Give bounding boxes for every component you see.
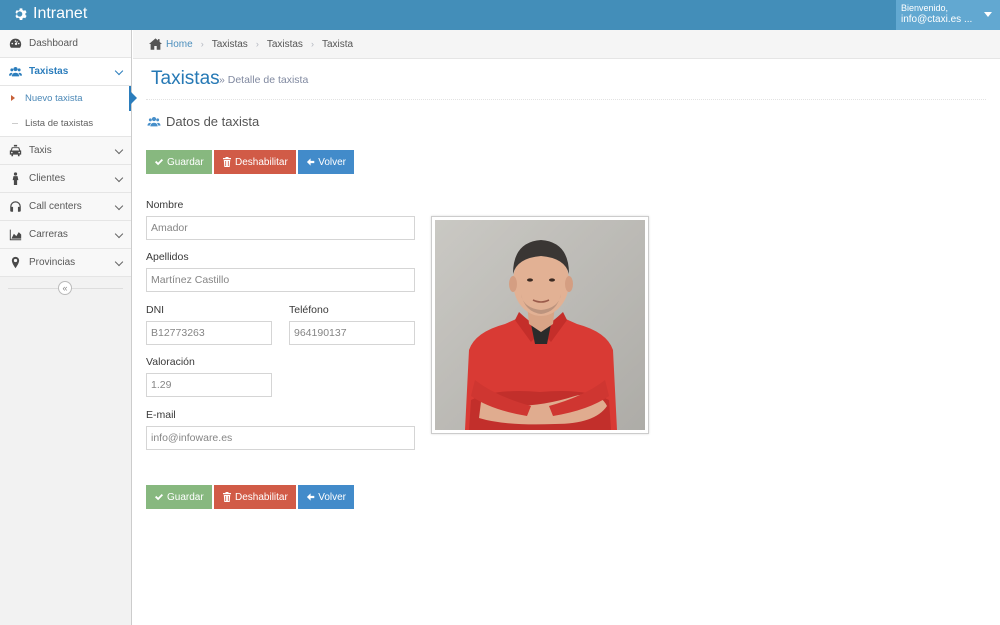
breadcrumb: Home › Taxistas › Taxistas › Taxista <box>133 30 1000 59</box>
gear-icon <box>15 8 27 20</box>
submenu-item-label: Nuevo taxista <box>25 93 83 104</box>
caret-down-icon <box>984 12 992 17</box>
taxi-icon <box>8 144 22 158</box>
chevron-down-icon <box>114 257 124 267</box>
action-buttons-top: Guardar Deshabilitar Volver <box>146 150 354 174</box>
valoracion-field[interactable] <box>146 373 272 397</box>
sidebar: Dashboard Taxistas Nuevo taxista Lista d… <box>0 30 137 625</box>
email-field[interactable] <box>146 426 415 450</box>
brand[interactable]: Intranet <box>14 5 87 23</box>
sidebar-item-label: Taxis <box>29 145 52 156</box>
area-chart-icon <box>8 228 22 242</box>
back-button[interactable]: Volver <box>298 485 354 509</box>
driver-photo-image <box>435 220 645 430</box>
dni-label: DNI <box>146 304 165 316</box>
dashboard-icon <box>8 37 22 51</box>
trash-icon <box>223 492 231 502</box>
arrow-left-icon <box>306 493 315 501</box>
chevron-down-icon <box>114 201 124 211</box>
page-header: Taxistas » Detalle de taxista <box>146 59 986 100</box>
sidebar-item-label: Taxistas <box>29 66 69 77</box>
check-icon <box>155 159 163 166</box>
apellidos-label: Apellidos <box>146 251 189 263</box>
sidebar-item-taxistas[interactable]: Taxistas <box>0 58 131 86</box>
section-title: Datos de taxista <box>147 114 259 129</box>
section-title-text: Datos de taxista <box>166 114 260 129</box>
sidebar-item-label: Provincias <box>29 257 76 268</box>
page-title: Taxistas <box>151 68 220 89</box>
sidebar-item-label: Clientes <box>29 173 66 184</box>
chevron-down-icon <box>114 229 124 239</box>
sidebar-item-clientes[interactable]: Clientes <box>0 165 131 193</box>
save-button-label: Guardar <box>167 156 204 168</box>
breadcrumb-separator: › <box>200 39 204 49</box>
map-marker-icon <box>8 256 22 270</box>
chevron-down-icon <box>114 173 124 183</box>
submenu-taxistas: Nuevo taxista Lista de taxistas <box>0 86 137 137</box>
back-button[interactable]: Volver <box>298 150 354 174</box>
save-button[interactable]: Guardar <box>146 485 212 509</box>
disable-button-label: Deshabilitar <box>235 491 288 503</box>
submenu-item-lista-taxistas[interactable]: Lista de taxistas <box>0 111 131 136</box>
telefono-field[interactable] <box>289 321 415 345</box>
headphones-icon <box>8 200 22 214</box>
sidebar-item-provincias[interactable]: Provincias <box>0 249 131 277</box>
app-title: Intranet <box>33 5 88 22</box>
back-button-label: Volver <box>318 156 346 168</box>
email-label: E-mail <box>146 409 176 421</box>
sidebar-item-label: Carreras <box>29 229 68 240</box>
sidebar-item-call-centers[interactable]: Call centers <box>0 193 131 221</box>
driver-photo[interactable] <box>431 216 649 434</box>
disable-button-label: Deshabilitar <box>235 156 288 168</box>
users-icon <box>8 65 22 79</box>
valoracion-label: Valoración <box>146 356 195 368</box>
dni-field[interactable] <box>146 321 272 345</box>
breadcrumb-separator: › <box>310 39 314 49</box>
chevron-down-icon <box>114 66 124 76</box>
save-button-label: Guardar <box>167 491 204 503</box>
person-icon <box>8 172 22 186</box>
save-button[interactable]: Guardar <box>146 150 212 174</box>
disable-button[interactable]: Deshabilitar <box>214 150 296 174</box>
sidebar-item-taxis[interactable]: Taxis <box>0 137 131 165</box>
sidebar-item-carreras[interactable]: Carreras <box>0 221 131 249</box>
top-navbar: Intranet Bienvenido, info@ctaxi.es ... <box>0 0 1000 30</box>
nombre-field[interactable] <box>146 216 415 240</box>
breadcrumb-item[interactable]: Taxistas <box>212 39 248 50</box>
collapse-sidebar-icon[interactable]: « <box>58 281 72 295</box>
nombre-label: Nombre <box>146 199 184 211</box>
check-icon <box>155 494 163 501</box>
sidebar-item-label: Call centers <box>29 201 82 212</box>
arrow-left-icon <box>306 158 315 166</box>
user-menu[interactable]: Bienvenido, info@ctaxi.es ... <box>896 0 1000 30</box>
telefono-label: Teléfono <box>289 304 329 316</box>
sidebar-item-dashboard[interactable]: Dashboard <box>0 30 131 58</box>
sidebar-item-label: Dashboard <box>29 38 78 49</box>
breadcrumb-home-link[interactable]: Home <box>166 39 193 50</box>
page-subtitle: » Detalle de taxista <box>219 74 309 86</box>
action-buttons-bottom: Guardar Deshabilitar Volver <box>146 485 354 509</box>
trash-icon <box>223 157 231 167</box>
sidebar-collapse-bar: « <box>0 277 131 299</box>
back-button-label: Volver <box>318 491 346 503</box>
breadcrumb-item[interactable]: Taxistas <box>267 39 303 50</box>
chevron-down-icon <box>114 145 124 155</box>
home-icon <box>149 38 162 50</box>
breadcrumb-separator: › <box>255 39 259 49</box>
submenu-item-label: Lista de taxistas <box>25 118 94 129</box>
apellidos-field[interactable] <box>146 268 415 292</box>
users-icon <box>147 116 161 127</box>
disable-button[interactable]: Deshabilitar <box>214 485 296 509</box>
breadcrumb-item-current: Taxista <box>321 38 354 50</box>
submenu-item-nuevo-taxista[interactable]: Nuevo taxista <box>0 86 137 111</box>
